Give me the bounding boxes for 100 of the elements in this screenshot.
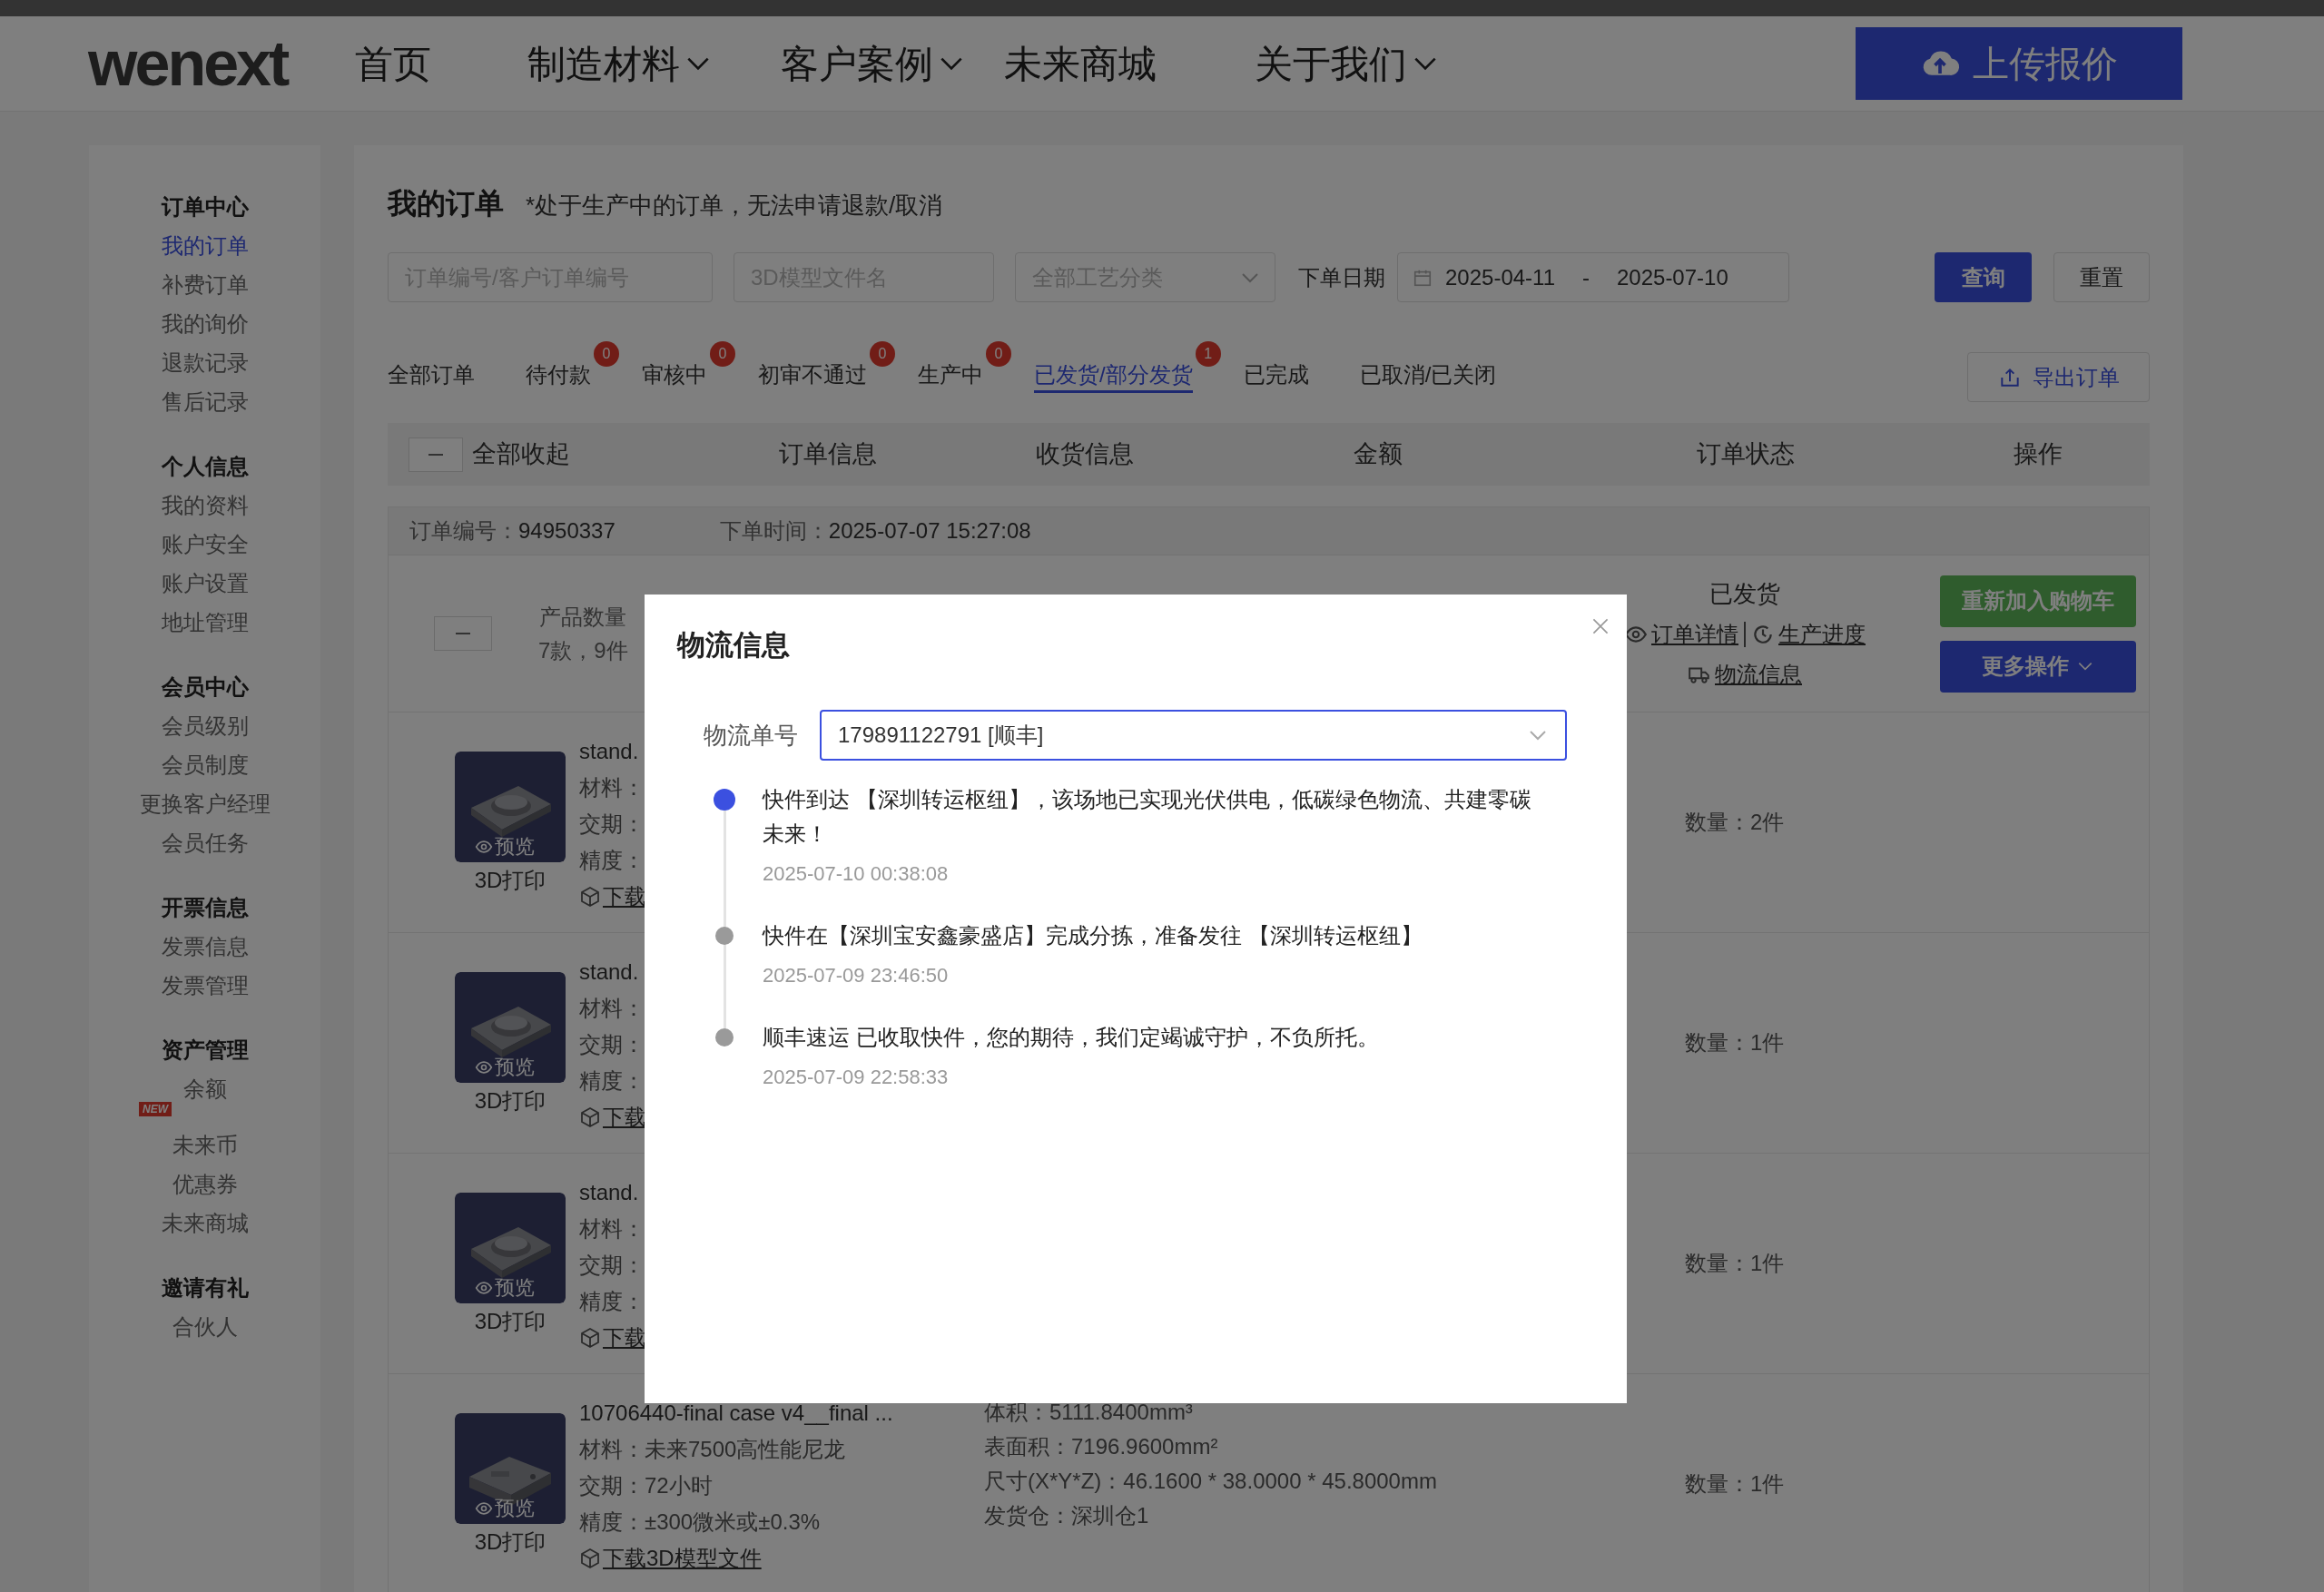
product-detail: 交期： [579, 811, 645, 838]
sidebar-item[interactable]: 地址管理 [161, 603, 249, 642]
order-tab[interactable]: 待付款 [526, 361, 591, 393]
process-label: 3D打印 [474, 1088, 547, 1114]
sidebar-heading: 个人信息 [160, 453, 250, 480]
order-tab[interactable]: 审核中 [642, 361, 707, 393]
collapse-all-label[interactable]: 全部收起 [472, 436, 570, 473]
nav-link[interactable]: 制造材料 [527, 34, 714, 93]
sidebar-item[interactable]: 未来币 [172, 1125, 238, 1165]
cube-icon [579, 886, 601, 908]
tracking-event-time: 2025-07-10 00:38:08 [763, 861, 949, 887]
date-range-field[interactable]: 2025-04-11 - 2025-07-10 [1397, 252, 1789, 302]
product-detail: 材料：未来7500高性能尼龙 [579, 1436, 846, 1463]
product-name: stand. [579, 738, 639, 765]
tracking-event-text: 快件到达 【深圳转运枢纽】，该场地已实现光伏供电，低碳绿色物流、共建零碳未来！ [763, 786, 1532, 848]
order-link[interactable]: 生产进度 [1751, 618, 1866, 651]
eye-icon [475, 1499, 493, 1518]
order-tab[interactable]: 已取消/已关闭 [1359, 361, 1497, 393]
count-badge: 1 [1195, 341, 1221, 367]
product-spec: 尺寸(X*Y*Z)：46.1600 * 38.0000 * 45.8000mm [984, 1468, 1437, 1495]
logo[interactable]: wenext [88, 32, 288, 95]
dialog-title: 物流信息 [675, 628, 791, 663]
eye-icon [475, 1058, 493, 1076]
process-label: 3D打印 [474, 1309, 547, 1334]
preview-button[interactable]: 预览 [475, 835, 535, 859]
upload-quote-button[interactable]: 上传报价 [1856, 27, 2182, 100]
sidebar-heading: 会员中心 [160, 673, 250, 701]
product-name: 10706440-final case v4__final ... [579, 1400, 893, 1427]
sidebar-item[interactable]: 未来商城 [161, 1204, 249, 1243]
sidebar-item[interactable]: 更换客户经理 [139, 784, 271, 823]
sidebar-item[interactable]: 退款记录 [161, 343, 249, 382]
sidebar-item[interactable]: 补费订单 [161, 265, 249, 304]
more-actions-button[interactable]: 更多操作 [1940, 640, 2136, 693]
preview-button[interactable]: 预览 [475, 1056, 535, 1079]
cube-icon [579, 1548, 601, 1569]
new-badge: NEW [139, 1102, 172, 1116]
column-header: 收货信息 [1035, 439, 1135, 470]
sidebar-item[interactable]: 发票管理 [161, 966, 249, 1005]
quantity-text: 数量：1件 [1685, 1250, 1785, 1277]
eye-icon [475, 1279, 493, 1297]
export-orders-button[interactable]: 导出订单 [1967, 352, 2150, 402]
sidebar-item[interactable]: 会员任务 [161, 823, 249, 862]
sidebar-item[interactable]: 会员级别 [161, 706, 249, 745]
quantity-text: 数量：1件 [1685, 1029, 1785, 1056]
sidebar-heading: 订单中心 [160, 193, 250, 221]
sidebar-item[interactable]: 余额 [182, 1069, 227, 1108]
quantity-text: 数量：1件 [1685, 1470, 1785, 1498]
sidebar-item[interactable]: 发票信息 [161, 927, 249, 966]
query-button[interactable]: 查询 [1935, 252, 2032, 302]
page-title: 我的订单 [388, 186, 504, 221]
tracking-number-select[interactable]: 179891122791 [顺丰] [820, 710, 1567, 761]
nav-link[interactable]: 首页 [355, 34, 432, 93]
order-tab[interactable]: 已完成 [1243, 361, 1309, 393]
order-time: 2025-07-07 15:27:08 [828, 517, 1031, 545]
preview-button[interactable]: 预览 [475, 1276, 535, 1300]
order-tab[interactable]: 生产中 [918, 361, 983, 393]
order-tab[interactable]: 初审不通过 [758, 361, 867, 393]
sidebar-item[interactable]: 账户安全 [161, 525, 249, 564]
reset-button[interactable]: 重置 [2053, 252, 2150, 302]
download-link[interactable]: 下载 [579, 1320, 646, 1356]
count-badge: 0 [710, 341, 735, 367]
order-tab[interactable]: 已发货/部分发货 [1034, 361, 1193, 393]
sidebar-item[interactable]: 我的订单 [161, 226, 249, 265]
collapse-toggle[interactable] [434, 616, 492, 651]
nav-link[interactable]: 未来商城 [1004, 34, 1157, 93]
sidebar-item[interactable]: 优惠券 [172, 1165, 238, 1204]
order-link[interactable]: 订单详情 [1624, 618, 1738, 651]
sidebar-item[interactable]: 我的资料 [161, 486, 249, 525]
column-header: 操作 [2013, 439, 2063, 470]
notice-text: *处于生产中的订单，无法申请退款/取消 [526, 191, 943, 221]
download-link[interactable]: 下载3D模型文件 [579, 1540, 762, 1577]
product-count-label: 产品数量 [539, 604, 627, 631]
tracking-event-text: 快件在【深圳宝安鑫豪盛店】完成分拣，准备发往 【深圳转运枢纽】 [763, 922, 1423, 949]
sidebar-item[interactable]: 账户设置 [161, 564, 249, 603]
product-detail: 交期： [579, 1252, 645, 1279]
product-detail: 材料： [579, 774, 645, 801]
order-number-label: 订单编号： [409, 517, 518, 545]
nav-link[interactable]: 关于我们 [1255, 34, 1441, 93]
preview-button[interactable]: 预览 [475, 1497, 535, 1520]
download-link[interactable]: 下载 [579, 1099, 646, 1135]
sidebar-heading: 资产管理 [160, 1037, 250, 1064]
sidebar-item[interactable]: 合伙人 [172, 1307, 238, 1346]
product-detail: 交期：72小时 [579, 1472, 713, 1499]
count-badge: 0 [986, 341, 1011, 367]
nav-link[interactable]: 客户案例 [781, 34, 967, 93]
date-start: 2025-04-11 [1445, 263, 1555, 291]
tracking-event-time: 2025-07-09 22:58:33 [763, 1065, 949, 1090]
collapse-all-toggle[interactable] [409, 437, 463, 472]
order-tab[interactable]: 全部订单 [388, 361, 475, 393]
product-spec: 发货仓：深圳仓1 [984, 1502, 1149, 1529]
sidebar-item[interactable]: 售后记录 [161, 382, 249, 421]
download-link[interactable]: 下载 [579, 879, 646, 915]
sidebar-item[interactable]: 会员制度 [161, 745, 249, 784]
sidebar-item[interactable]: 我的询价 [161, 304, 249, 343]
clock-icon [1751, 623, 1775, 646]
order-status: 已发货 [1709, 579, 1780, 609]
column-header: 订单信息 [778, 439, 878, 470]
order-link[interactable]: 物流信息 [1688, 658, 1802, 691]
sidebar-heading: 开票信息 [160, 894, 250, 921]
process-label: 3D打印 [474, 868, 547, 893]
